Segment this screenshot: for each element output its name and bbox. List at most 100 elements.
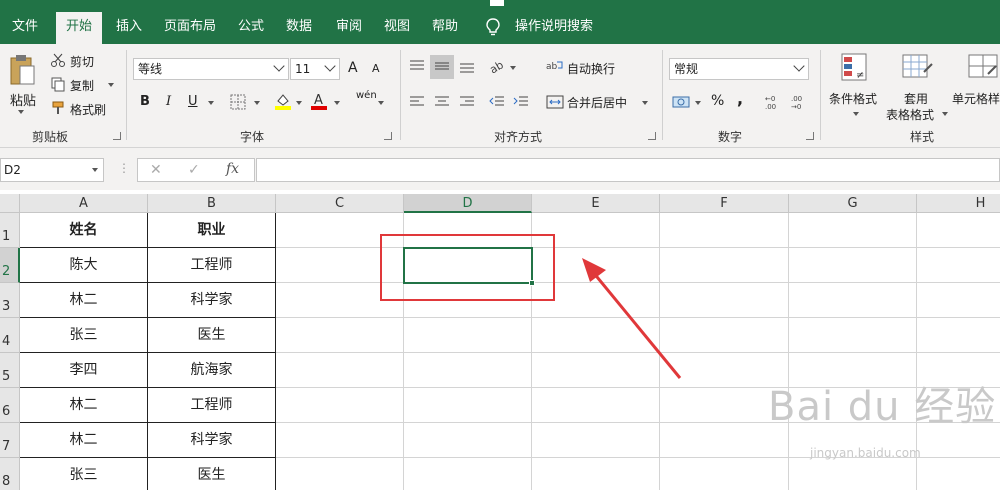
cell-h4[interactable] (917, 318, 1000, 353)
format-as-table-label-2[interactable]: 表格格式 (886, 106, 934, 123)
cell-f8[interactable] (660, 458, 789, 490)
copy-dropdown-icon[interactable] (108, 83, 114, 87)
cell-c5[interactable] (276, 353, 404, 388)
cell-d8[interactable] (404, 458, 532, 490)
cell-a3[interactable]: 林二 (20, 283, 148, 318)
font-color-icon[interactable]: A (310, 92, 328, 110)
fill-color-dropdown-icon[interactable] (296, 101, 302, 105)
format-painter-button[interactable]: 格式刷 (70, 101, 106, 118)
column-header-a[interactable]: A (20, 194, 148, 213)
cell-b2[interactable]: 工程师 (148, 248, 276, 283)
column-header-c[interactable]: C (276, 194, 404, 213)
cell-b6[interactable]: 工程师 (148, 388, 276, 423)
cell-a1[interactable]: 姓名 (20, 213, 148, 248)
cell-a7[interactable]: 林二 (20, 423, 148, 458)
clipboard-launcher-icon[interactable] (113, 132, 121, 140)
row-header-7[interactable]: 7 (0, 423, 20, 458)
alignment-launcher-icon[interactable] (648, 132, 656, 140)
font-color-dropdown-icon[interactable] (334, 101, 340, 105)
column-header-b[interactable]: B (148, 194, 276, 213)
cell-c8[interactable] (276, 458, 404, 490)
cell-a5[interactable]: 李四 (20, 353, 148, 388)
tab-data[interactable]: 数据 (276, 10, 322, 44)
cell-e8[interactable] (532, 458, 660, 490)
underline-dropdown-icon[interactable] (208, 101, 214, 105)
align-left-icon[interactable] (408, 94, 426, 110)
cell-b8[interactable]: 医生 (148, 458, 276, 490)
column-header-d[interactable]: D (404, 194, 532, 213)
increase-decimal-icon[interactable]: ←0.00 (764, 94, 784, 110)
name-box-dropdown-icon[interactable] (92, 168, 98, 172)
cut-button[interactable]: 剪切 (70, 53, 94, 70)
cell-h1[interactable] (917, 213, 1000, 248)
number-format-select[interactable]: 常规 (669, 58, 809, 80)
column-header-f[interactable]: F (660, 194, 789, 213)
merge-center-button[interactable]: 合并后居中 (567, 94, 627, 111)
currency-dropdown-icon[interactable] (695, 101, 701, 105)
cell-g8[interactable] (789, 458, 917, 490)
tab-view[interactable]: 视图 (374, 10, 420, 44)
cell-b5[interactable]: 航海家 (148, 353, 276, 388)
cancel-icon[interactable]: ✕ (150, 162, 162, 178)
row-header-6[interactable]: 6 (0, 388, 20, 423)
enter-icon[interactable]: ✓ (188, 162, 200, 178)
merge-dropdown-icon[interactable] (642, 101, 648, 105)
decrease-decimal-icon[interactable]: .00→0 (790, 94, 810, 110)
cell-d4[interactable] (404, 318, 532, 353)
cell-a4[interactable]: 张三 (20, 318, 148, 353)
increase-indent-icon[interactable] (512, 94, 530, 110)
tell-me-search[interactable]: 操作说明搜索 (505, 10, 603, 44)
cell-a6[interactable]: 林二 (20, 388, 148, 423)
percent-button[interactable]: % (711, 93, 724, 109)
phonetic-dropdown-icon[interactable] (378, 101, 384, 105)
orientation-dropdown-icon[interactable] (510, 66, 516, 70)
borders-dropdown-icon[interactable] (254, 101, 260, 105)
cell-d6[interactable] (404, 388, 532, 423)
cell-d5[interactable] (404, 353, 532, 388)
wrap-text-button[interactable]: 自动换行 (567, 60, 615, 77)
insert-function-icon[interactable]: fx (226, 161, 239, 177)
row-header-2[interactable]: 2 (0, 248, 20, 283)
bold-button[interactable]: B (140, 94, 150, 109)
tab-help[interactable]: 帮助 (422, 10, 468, 44)
tab-review[interactable]: 审阅 (326, 10, 372, 44)
cell-a8[interactable]: 张三 (20, 458, 148, 490)
orientation-icon[interactable]: ab (488, 58, 506, 74)
copy-button[interactable]: 复制 (70, 77, 94, 94)
cell-b3[interactable]: 科学家 (148, 283, 276, 318)
tab-formulas[interactable]: 公式 (228, 10, 274, 44)
cell-e7[interactable] (532, 423, 660, 458)
cell-c4[interactable] (276, 318, 404, 353)
cell-g4[interactable] (789, 318, 917, 353)
column-header-g[interactable]: G (789, 194, 917, 213)
cell-styles-button[interactable]: 单元格样 (952, 90, 1000, 107)
tab-file[interactable]: 文件 (2, 10, 48, 44)
italic-button[interactable]: I (166, 94, 171, 109)
column-header-e[interactable]: E (532, 194, 660, 213)
shrink-font-button[interactable]: A (372, 62, 380, 75)
tab-home[interactable]: 开始 (56, 12, 103, 44)
cell-g3[interactable] (789, 283, 917, 318)
borders-icon[interactable] (230, 94, 246, 110)
cell-h2[interactable] (917, 248, 1000, 283)
conditional-dropdown-icon[interactable] (853, 112, 859, 116)
formula-input[interactable] (256, 158, 1000, 182)
tab-insert[interactable]: 插入 (106, 10, 152, 44)
cell-a2[interactable]: 陈大 (20, 248, 148, 283)
table-format-dropdown-icon[interactable] (942, 112, 948, 116)
align-right-icon[interactable] (458, 94, 476, 110)
row-header-3[interactable]: 3 (0, 283, 20, 318)
font-size-select[interactable]: 11 (290, 58, 340, 80)
cell-b1[interactable]: 职业 (148, 213, 276, 248)
cell-c7[interactable] (276, 423, 404, 458)
number-launcher-icon[interactable] (806, 132, 814, 140)
cell-f1[interactable] (660, 213, 789, 248)
select-all-corner[interactable] (0, 194, 20, 213)
comma-button[interactable]: , (737, 89, 743, 108)
row-header-4[interactable]: 4 (0, 318, 20, 353)
paste-button[interactable]: 粘贴 (10, 90, 36, 109)
tab-page-layout[interactable]: 页面布局 (154, 10, 226, 44)
underline-button[interactable]: U (188, 94, 198, 109)
format-as-table-label-1[interactable]: 套用 (904, 90, 928, 107)
cell-g2[interactable] (789, 248, 917, 283)
